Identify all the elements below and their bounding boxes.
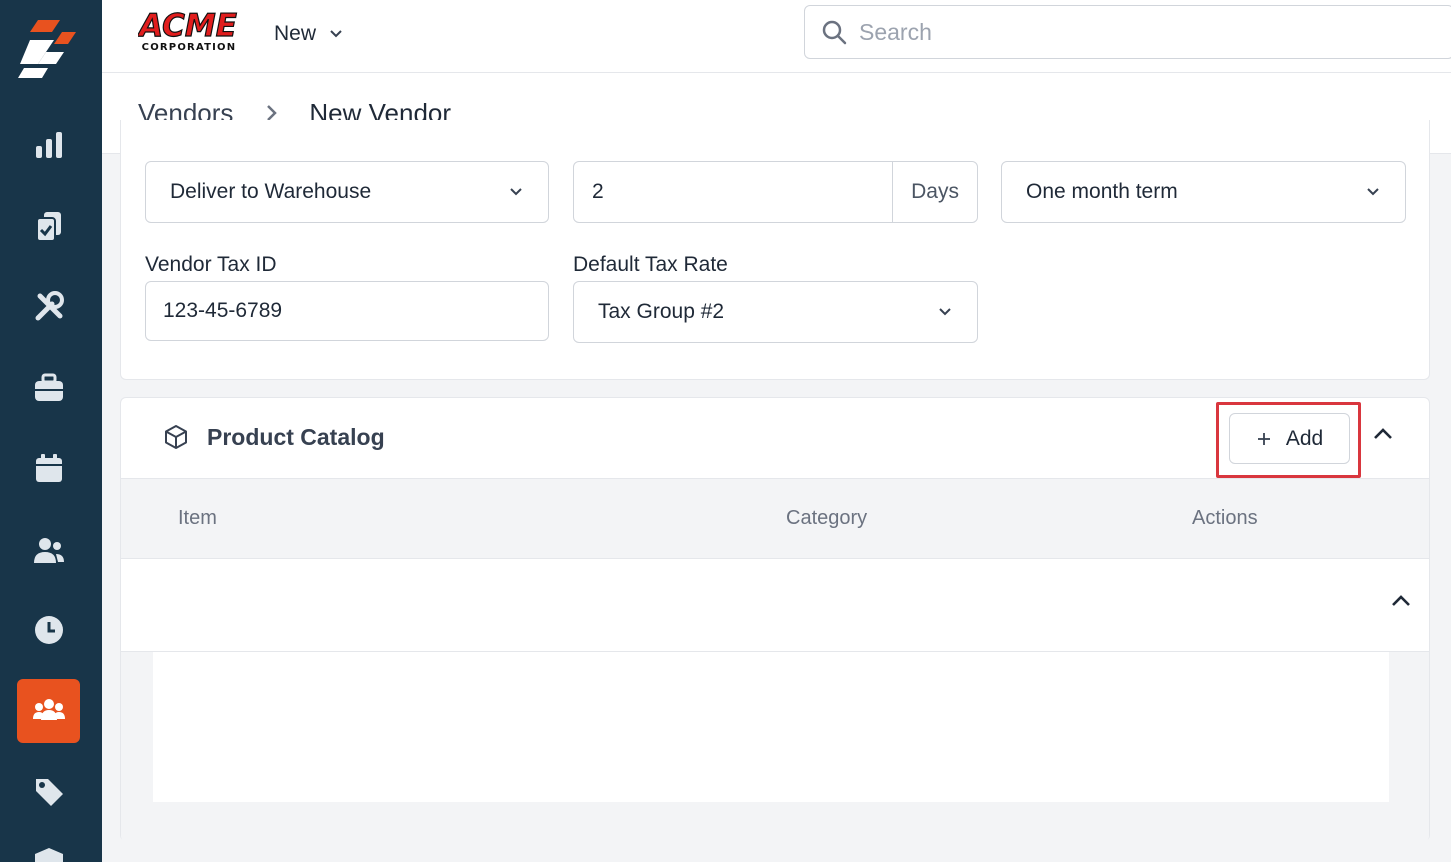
search-icon: [822, 20, 847, 45]
lead-time-unit: Days: [892, 162, 977, 222]
search-box[interactable]: [804, 5, 1451, 59]
sidebar-item-customers[interactable]: [17, 518, 80, 582]
default-tax-rate-select[interactable]: Tax Group #2: [573, 281, 978, 343]
add-product-button[interactable]: Add: [1229, 413, 1350, 464]
sidebar-item-time[interactable]: [17, 598, 80, 662]
product-catalog-card: Product Catalog Add Item Category Action…: [120, 397, 1430, 842]
product-catalog-title: Product Catalog: [207, 424, 385, 450]
calendar-icon: [35, 454, 62, 482]
plus-icon: [1257, 432, 1270, 445]
catalog-detail-area: [121, 652, 1429, 842]
collapse-row-button[interactable]: [1389, 589, 1413, 618]
sidebar: [0, 0, 102, 862]
clipboard-check-icon: [35, 212, 61, 242]
sidebar-item-more[interactable]: [17, 838, 80, 862]
column-header-item[interactable]: Item: [178, 507, 217, 530]
brand-word: ACME: [138, 8, 237, 44]
shipping-method-value: Deliver to Warehouse: [170, 180, 372, 203]
sidebar-item-services[interactable]: [17, 275, 80, 339]
vendor-tax-id-label: Vendor Tax ID: [145, 253, 277, 276]
sidebar-item-reports[interactable]: [17, 113, 80, 177]
cube-icon: [163, 424, 189, 455]
brand-logo[interactable]: ACME CORPORATION: [135, 6, 242, 54]
catalog-detail-panel: [153, 652, 1389, 802]
catalog-table-header: Item Category Actions: [121, 479, 1429, 559]
chevron-down-icon: [330, 30, 342, 38]
search-input[interactable]: [859, 18, 1419, 46]
collapse-section-button[interactable]: [1371, 422, 1395, 451]
column-header-category[interactable]: Category: [786, 507, 867, 530]
clock-icon: [34, 616, 63, 644]
bar-chart-icon: [35, 132, 62, 158]
chevron-up-icon: [1392, 595, 1410, 606]
tools-icon: [35, 291, 64, 321]
brand-subword: CORPORATION: [142, 42, 237, 53]
new-menu-label: New: [274, 22, 317, 45]
chevron-down-icon: [1365, 184, 1381, 200]
sidebar-item-tasks[interactable]: [17, 194, 80, 258]
column-header-actions: Actions: [1192, 507, 1258, 529]
lead-time-group: 2 Days: [573, 161, 978, 223]
catalog-row-group: [121, 559, 1429, 652]
vendor-details-card: Deliver to Warehouse 2 Days One month te…: [120, 120, 1430, 380]
product-catalog-header: Product Catalog Add: [121, 398, 1429, 479]
briefcase-icon: [34, 373, 63, 401]
lead-time-input[interactable]: 2: [574, 180, 892, 204]
folder-icon: [34, 848, 63, 862]
payment-terms-select[interactable]: One month term: [1001, 161, 1406, 223]
add-product-label: Add: [1285, 426, 1324, 450]
chevron-down-icon: [937, 304, 953, 320]
sidebar-item-calendar[interactable]: [17, 437, 80, 501]
tag-icon: [35, 779, 63, 806]
vendor-tax-id-value: 123-45-6789: [163, 299, 283, 322]
new-menu-button[interactable]: New: [274, 20, 344, 48]
chevron-up-icon: [1374, 428, 1392, 439]
sidebar-item-pricing[interactable]: [17, 760, 80, 824]
default-tax-rate-label: Default Tax Rate: [573, 253, 728, 276]
shipping-method-select[interactable]: Deliver to Warehouse: [145, 161, 549, 223]
group-icon: [32, 699, 65, 720]
chevron-down-icon: [508, 184, 524, 200]
payment-terms-value: One month term: [1026, 180, 1178, 203]
vendor-tax-id-field[interactable]: 123-45-6789: [145, 281, 549, 341]
sidebar-item-vendors[interactable]: [17, 679, 80, 743]
users-icon: [33, 538, 64, 563]
default-tax-rate-value: Tax Group #2: [598, 300, 725, 323]
top-bar: ACME CORPORATION New: [102, 0, 1451, 73]
sidebar-item-jobs[interactable]: [17, 356, 80, 420]
app-logo[interactable]: [18, 18, 80, 82]
